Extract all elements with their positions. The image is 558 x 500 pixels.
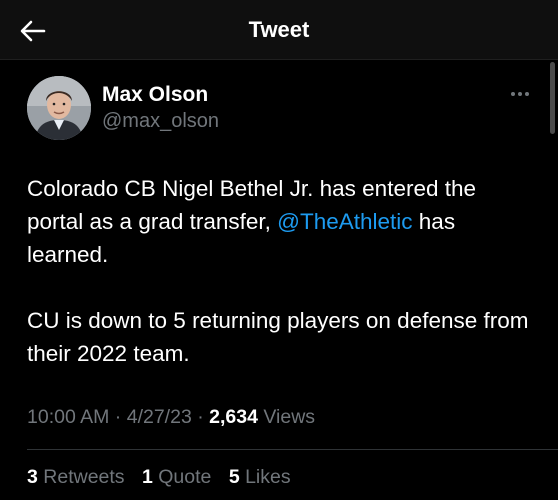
meta-separator: · [109, 406, 127, 428]
likes-count: 5 [228, 466, 240, 488]
tweet-date[interactable]: 4/27/23 [127, 406, 192, 428]
more-options-icon [511, 92, 529, 96]
top-bar: Tweet [0, 0, 558, 60]
tweet-paragraph: CU is down to 5 returning players on def… [27, 308, 529, 366]
tweet-meta: 10:00 AM · 4/27/23 · 2,634 Views [27, 406, 315, 429]
meta-separator: · [191, 406, 210, 428]
author-handle[interactable]: @max_olson [102, 110, 219, 133]
engagement-stats: 3 Retweets 1 Quote 5 Likes [27, 466, 303, 489]
divider [27, 449, 558, 450]
views-label: Views [257, 406, 316, 428]
retweets-stat[interactable]: 3 Retweets [27, 466, 125, 488]
profile-photo-icon [27, 76, 91, 140]
avatar[interactable] [27, 76, 91, 140]
tweet-text: Colorado CB Nigel Bethel Jr. has entered… [27, 172, 532, 370]
scrollbar[interactable] [550, 62, 555, 134]
tweet-time[interactable]: 10:00 AM [27, 406, 109, 428]
more-options-button[interactable] [506, 84, 534, 104]
retweets-count: 3 [27, 466, 38, 488]
likes-label: Likes [239, 466, 291, 488]
retweets-label: Retweets [37, 466, 125, 488]
tweet-paragraph: Colorado CB Nigel Bethel Jr. has entered… [27, 172, 532, 271]
likes-stat[interactable]: 5 Likes [229, 466, 291, 488]
quotes-count: 1 [141, 466, 153, 488]
mention-link[interactable]: @TheAthletic [277, 209, 412, 234]
quotes-stat[interactable]: 1 Quote [142, 466, 211, 488]
author-name[interactable]: Max Olson [102, 83, 208, 107]
page-title: Tweet [248, 17, 310, 42]
quotes-label: Quote [152, 466, 212, 488]
views-count: 2,634 [209, 406, 258, 428]
